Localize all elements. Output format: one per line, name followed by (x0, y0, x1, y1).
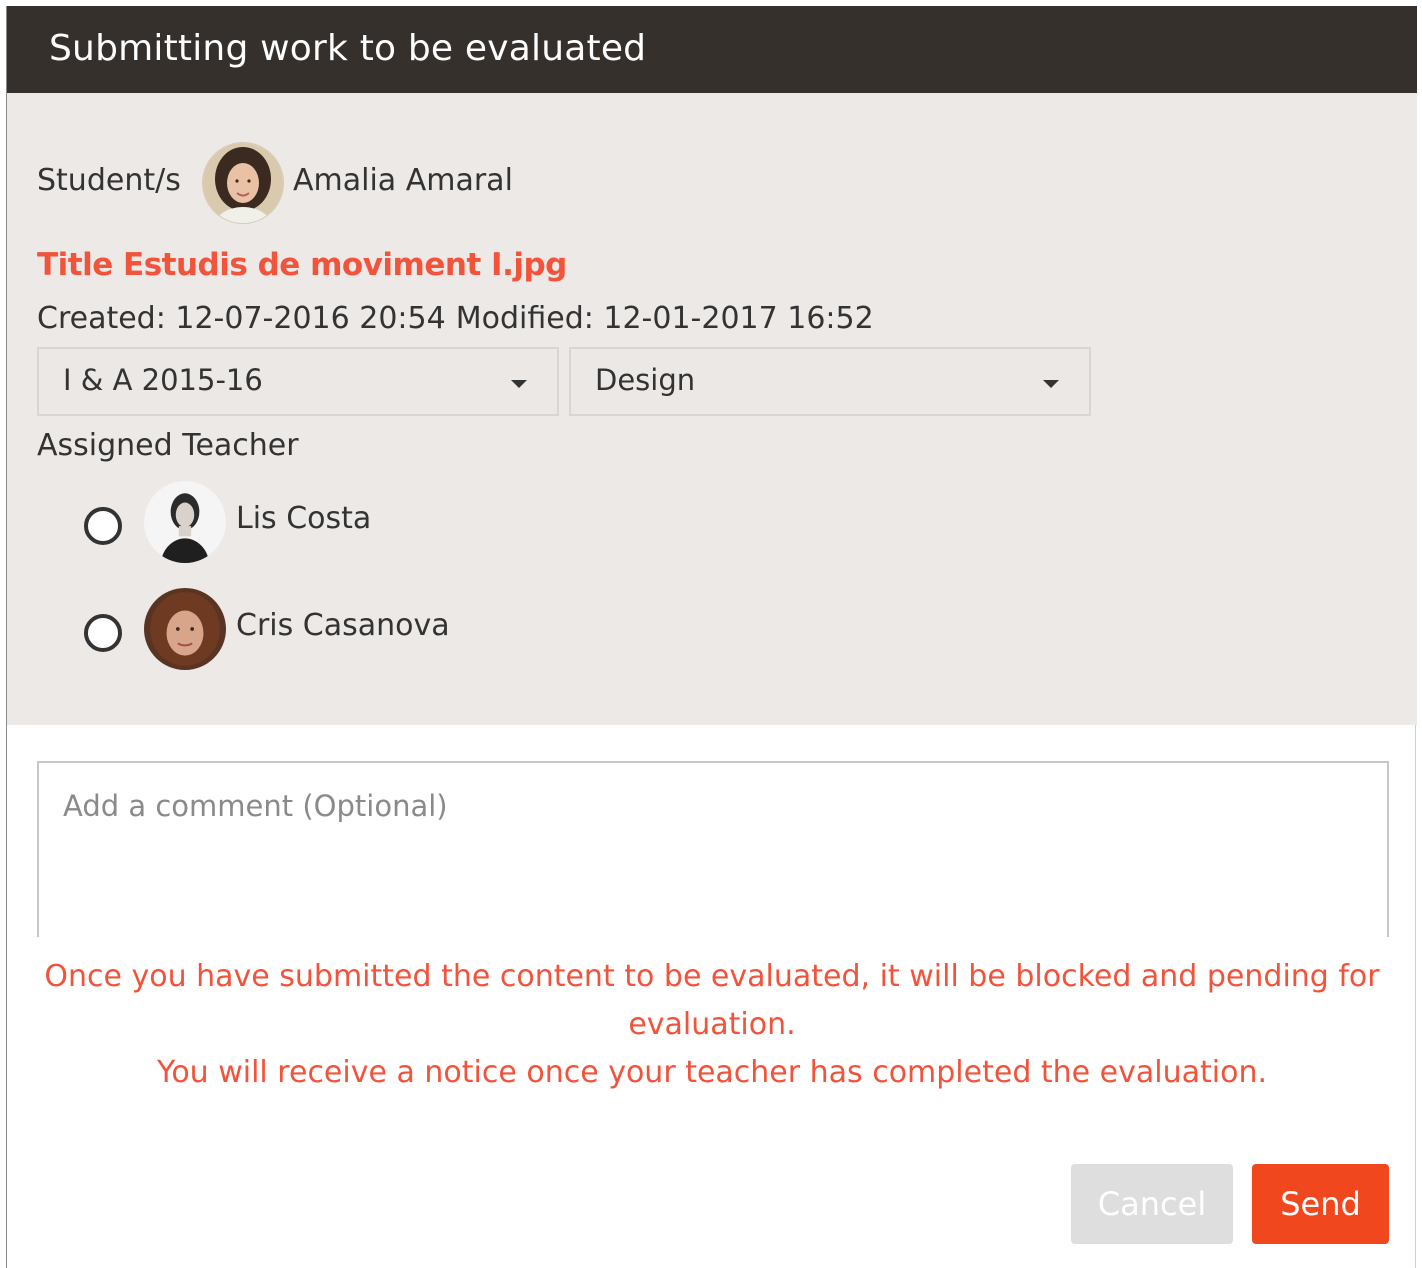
teacher-avatar-cris-casanova (144, 588, 226, 670)
notice-line-1: Once you have submitted the content to b… (44, 959, 1380, 1042)
course-year-select[interactable]: I & A 2015-16 (37, 347, 559, 416)
chevron-down-icon (1043, 380, 1059, 388)
teacher-avatar-lis-costa (144, 481, 226, 563)
course-year-value: I & A 2015-16 (63, 363, 263, 397)
teacher-radio-lis-costa[interactable] (84, 507, 122, 545)
teacher-name-cris-casanova: Cris Casanova (236, 608, 450, 643)
student-label: Student/s (37, 163, 181, 198)
assigned-teacher-label: Assigned Teacher (37, 428, 299, 463)
evaluation-notice: Once you have submitted the content to b… (27, 953, 1397, 1097)
dialog-title: Submitting work to be evaluated (49, 28, 647, 69)
subject-select[interactable]: Design (569, 347, 1091, 416)
submission-details-panel: Student/s Amalia Amaral Title Estudis de… (7, 93, 1417, 725)
work-dates: Created: 12-07-2016 20:54 Modified: 12-01… (37, 301, 884, 336)
cancel-button[interactable]: Cancel (1071, 1164, 1233, 1244)
dialog-header: Submitting work to be evaluated (7, 6, 1417, 93)
teacher-name-lis-costa: Lis Costa (236, 501, 372, 536)
chevron-down-icon (511, 380, 527, 388)
student-avatar (202, 142, 284, 224)
student-name: Amalia Amaral (293, 163, 513, 198)
modified-date: Modified: 12-01-2017 16:52 (455, 301, 874, 336)
send-button[interactable]: Send (1252, 1164, 1389, 1244)
notice-line-2: You will receive a notice once your teac… (156, 1055, 1267, 1090)
comment-input[interactable] (37, 761, 1389, 937)
work-title: Title Estudis de moviment I.jpg (37, 247, 567, 283)
submit-dialog: Submitting work to be evaluated Student/… (6, 6, 1417, 1268)
created-date: Created: 12-07-2016 20:54 (37, 301, 446, 336)
subject-value: Design (595, 363, 696, 397)
teacher-radio-cris-casanova[interactable] (84, 614, 122, 652)
